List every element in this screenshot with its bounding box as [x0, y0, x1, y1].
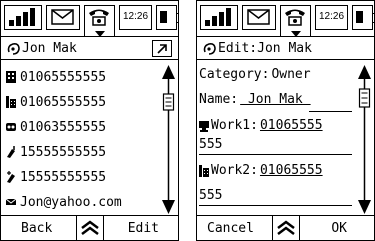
home-phone-icon	[6, 71, 16, 83]
title-bar: Edit:Jon Mak	[197, 36, 374, 60]
category-label: Category:	[199, 67, 270, 82]
list-item[interactable]: 15555555555	[6, 167, 106, 187]
list-item[interactable]: 15555555555	[6, 142, 106, 162]
category-value[interactable]: Owner	[271, 67, 310, 82]
mobile-phone-icon	[7, 146, 15, 158]
list-item[interactable]: 01065555555	[6, 92, 106, 112]
status-bar: 12:26	[197, 1, 374, 37]
work-phone-icon	[199, 120, 209, 132]
up-button[interactable]	[272, 215, 300, 240]
fax-icon	[6, 123, 16, 131]
double-chevron-up-icon	[277, 220, 295, 235]
name-input[interactable]: Jon Mak	[240, 92, 310, 107]
work2-underline	[199, 205, 352, 206]
work1-underline	[199, 154, 352, 155]
list-item[interactable]: 01065555555	[6, 67, 106, 87]
phone-icon[interactable]	[84, 5, 115, 37]
contact-edit-screen: 12:26 Edit:Jon Mak Category: Owner Name: …	[196, 0, 375, 241]
name-underline	[309, 111, 352, 112]
page-title: Edit:Jon Mak	[218, 41, 312, 56]
clock-text: 12:26	[119, 5, 152, 30]
mail-icon[interactable]	[242, 5, 276, 30]
phone-number: 01063555555	[20, 119, 107, 135]
mail-icon[interactable]	[46, 5, 80, 30]
work1-label: Work1:	[211, 118, 258, 133]
signal-icon	[4, 5, 42, 30]
double-chevron-up-icon	[81, 220, 99, 235]
softkey-bar: Cancel OK	[197, 215, 374, 240]
work-phone-icon	[199, 164, 209, 177]
contact-view-screen: 12:26 Jon Mak 01065555555 01065555555 01…	[0, 0, 179, 241]
diagonal-arrow-icon	[157, 43, 167, 54]
email-address: Jon@yahoo.com	[20, 194, 122, 210]
phone-number: 15555555555	[20, 169, 107, 185]
work1-input[interactable]: 01065555	[260, 118, 323, 133]
phone-number: 01065555555	[20, 69, 107, 85]
mobile-alt-icon	[7, 171, 15, 183]
phone-icon[interactable]	[280, 5, 311, 37]
edit-button[interactable]: Edit	[128, 221, 159, 236]
work1-continuation[interactable]: 555	[199, 137, 222, 152]
title-bar: Jon Mak	[1, 36, 178, 60]
work2-field[interactable]: Work2: 01065555	[199, 163, 323, 178]
clock-text: 12:26	[315, 5, 348, 30]
list-item[interactable]: 01063555555	[6, 117, 106, 137]
phone-number: 15555555555	[20, 144, 107, 160]
contact-icon	[203, 42, 216, 55]
battery-icon	[352, 5, 374, 30]
back-button[interactable]: Back	[21, 221, 52, 236]
up-button[interactable]	[76, 215, 104, 240]
work2-label: Work2:	[211, 163, 258, 178]
name-field[interactable]: Name: Jon Mak	[199, 92, 311, 107]
status-bar: 12:26	[1, 1, 178, 37]
email-icon	[6, 198, 16, 205]
scrollbar[interactable]	[161, 64, 176, 215]
work1-field[interactable]: Work1: 01065555	[199, 118, 323, 133]
work2-input[interactable]: 01065555	[260, 163, 323, 178]
list-item[interactable]: Jon@yahoo.com	[6, 192, 122, 212]
work2-continuation[interactable]: 555	[199, 188, 222, 203]
work-phone-icon	[6, 96, 16, 108]
work2-input-cont[interactable]: 555	[199, 188, 222, 203]
softkey-bar: Back Edit	[1, 215, 178, 240]
signal-icon	[200, 5, 238, 30]
scrollbar[interactable]	[357, 64, 372, 215]
name-label: Name:	[199, 92, 239, 107]
work1-input-cont[interactable]: 555	[199, 137, 222, 152]
cancel-button[interactable]: Cancel	[207, 221, 254, 236]
phone-number: 01065555555	[20, 94, 107, 110]
category-field[interactable]: Category: Owner	[199, 67, 311, 82]
battery-icon	[156, 5, 178, 30]
contact-icon	[7, 42, 20, 55]
ok-button[interactable]: OK	[331, 221, 347, 236]
page-title: Jon Mak	[22, 41, 77, 56]
expand-button[interactable]	[152, 40, 172, 57]
